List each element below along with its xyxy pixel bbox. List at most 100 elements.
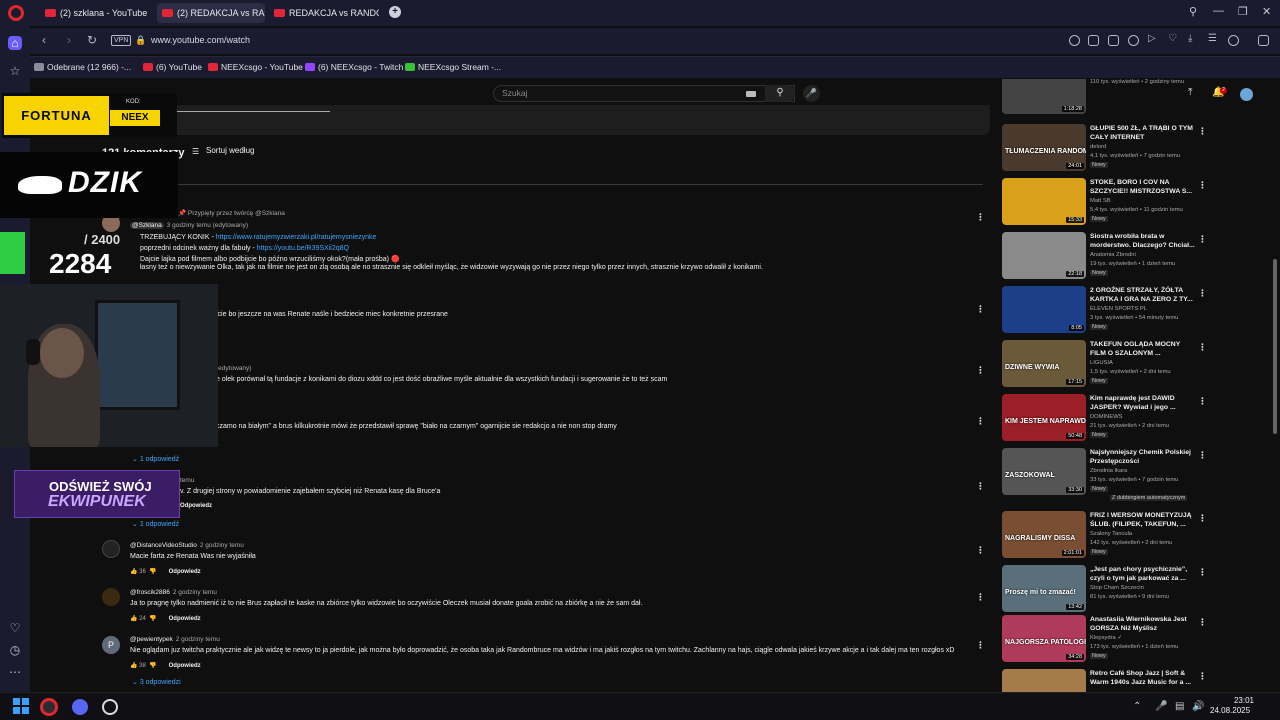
video-channel[interactable]: Szalony Tancula — [1090, 531, 1132, 537]
extensions-icon[interactable] — [1258, 35, 1269, 46]
bookmark-neex-twitch[interactable]: (6) NEEXcsgo - Twitch — [305, 62, 403, 72]
video-menu-icon[interactable]: ⋮ — [1198, 180, 1207, 191]
bookmark-youtube[interactable]: (6) YouTube — [143, 62, 202, 72]
mic-tray-icon[interactable]: 🎤 — [1155, 701, 1167, 712]
video-channel[interactable]: DOMINEWS — [1090, 414, 1123, 420]
url-field[interactable]: www.youtube.com/watch — [151, 35, 250, 45]
close-window-button[interactable]: ✕ — [1262, 5, 1271, 18]
more-icon[interactable]: ⋯ — [8, 665, 22, 679]
comment-author[interactable]: @pewientypek 2 godziny temu — [130, 636, 220, 643]
video-thumbnail[interactable]: DZIWNE WYWIA 17:15 — [1002, 340, 1086, 387]
comment-menu-icon[interactable]: ⋮ — [976, 640, 985, 651]
comment-author[interactable]: @froscik2886 2 godziny temu — [130, 589, 217, 596]
recommended-video[interactable]: NAJGORSZA PATOLOGICZNA INFLUENCERKA 34:28… — [1002, 615, 1252, 667]
comment-menu-icon[interactable]: ⋮ — [976, 212, 985, 223]
minimize-button[interactable]: — — [1213, 5, 1224, 17]
video-title[interactable]: Anastasiia Wiernikowska Jest GORSZA Niż … — [1090, 615, 1196, 633]
heart-icon[interactable]: ♡ — [1168, 33, 1179, 44]
video-menu-icon[interactable]: ⋮ — [1198, 513, 1207, 524]
reply-button[interactable]: Odpowiedz — [169, 616, 201, 622]
video-thumbnail[interactable]: 22:18 — [1002, 232, 1086, 279]
video-channel[interactable]: delord — [1090, 144, 1106, 150]
video-channel[interactable]: Matt SB — [1090, 198, 1111, 204]
sort-button[interactable]: Sortuj według — [206, 146, 254, 155]
recommended-video[interactable]: 22:18 Siostra wrobiła brata w morderstwo.… — [1002, 232, 1252, 284]
video-thumbnail[interactable]: ZASZOKOWAŁ 33:30 — [1002, 448, 1086, 495]
recommended-video[interactable]: 8:05 2 GROŹNE STRZAŁY, ŻÓŁTA KARTKA I GRA… — [1002, 286, 1252, 338]
video-menu-icon[interactable]: ⋮ — [1198, 617, 1207, 628]
forward-icon[interactable]: › — [67, 33, 71, 47]
video-title[interactable]: Siostra wrobiła brata w morderstwo. Dlac… — [1090, 232, 1196, 250]
maximize-button[interactable]: ❐ — [1238, 5, 1248, 18]
video-title[interactable]: TAKEFUN OGLĄDA MOCNY FILM O SZALONYM ... — [1090, 340, 1196, 358]
recommended-video[interactable]: Retro Café Shop Jazz | Soft & Warm 1940s… — [1002, 669, 1252, 692]
clock-time[interactable]: 23:01 — [1226, 696, 1254, 705]
download-icon[interactable]: ⤓ — [1188, 33, 1199, 44]
video-thumbnail[interactable]: 8:05 — [1002, 286, 1086, 333]
video-title[interactable]: GŁUPIE 500 ZŁ, A TRĄBI O TYM CAŁY INTERN… — [1090, 124, 1196, 142]
camera-icon[interactable] — [1108, 35, 1119, 46]
video-thumbnail[interactable]: 15:33 — [1002, 178, 1086, 225]
tab-szklana[interactable]: (2) szklana - YouTube — [40, 3, 152, 23]
video-channel[interactable]: Anatomia Zbrodni — [1090, 252, 1136, 258]
discord-taskbar-icon[interactable] — [72, 699, 88, 715]
video-thumbnail[interactable]: TŁUMACZENIA RANDOMBRUCE'A 24:01 — [1002, 124, 1086, 171]
comment-avatar[interactable] — [102, 588, 120, 606]
video-menu-icon[interactable]: ⋮ — [1198, 342, 1207, 353]
search-tabs-icon[interactable]: ⚲ — [1189, 5, 1197, 18]
star-icon[interactable]: ☆ — [8, 64, 22, 78]
video-title[interactable]: Retro Café Shop Jazz | Soft & Warm 1940s… — [1090, 669, 1196, 687]
reply-button[interactable]: Odpowiedz — [180, 503, 212, 509]
home-icon[interactable]: ⌂ — [8, 36, 22, 50]
opera-taskbar-icon[interactable] — [40, 698, 58, 716]
video-thumbnail[interactable] — [1002, 669, 1086, 692]
recommended-video[interactable]: DZIWNE WYWIA 17:15 TAKEFUN OGLĄDA MOCNY FI… — [1002, 340, 1252, 392]
bookmark-neex-youtube[interactable]: NEEXcsgo - YouTube — [208, 62, 303, 72]
video-channel[interactable]: LIGUSIA — [1090, 360, 1113, 366]
menu-icon[interactable]: ☰ — [1208, 33, 1219, 44]
mic-icon[interactable]: 🎤 — [803, 85, 820, 102]
tab-redakcja-active[interactable]: (2) REDAKCJA vs RANDOMBRUCE — [157, 3, 265, 23]
lens-icon[interactable] — [1069, 35, 1080, 46]
comment-menu-icon[interactable]: ⋮ — [976, 416, 985, 427]
video-thumbnail[interactable]: 1:18:28 — [1002, 79, 1086, 114]
back-icon[interactable]: ‹ — [42, 33, 46, 47]
video-menu-icon[interactable]: ⋮ — [1198, 396, 1207, 407]
lock-icon[interactable]: 🔒 — [135, 35, 146, 46]
comment-author[interactable]: @DistanceVideoStudio 2 godziny temu — [130, 542, 244, 549]
profile-icon[interactable] — [1228, 35, 1239, 46]
adblock-icon[interactable] — [1128, 35, 1139, 46]
vpn-badge[interactable]: VPN — [111, 35, 132, 46]
replies-toggle[interactable]: ⌄ 1 odpowiedź — [132, 520, 179, 528]
tray-expand-icon[interactable]: ⌃ — [1133, 701, 1141, 712]
video-thumbnail[interactable]: NAJGORSZA PATOLOGICZNA INFLUENCERKA 34:28 — [1002, 615, 1086, 662]
video-menu-icon[interactable]: ⋮ — [1198, 126, 1207, 137]
new-tab-button[interactable]: + — [389, 6, 401, 18]
tab-redakcja[interactable]: REDAKCJA vs RANDOMBRUCE — [269, 3, 379, 23]
video-title[interactable]: FRIZ I WERSOW MONETYZUJĄ ŚLUB. (FILIPEK,… — [1090, 511, 1196, 529]
network-icon[interactable]: ▤ — [1175, 701, 1184, 712]
comment-avatar[interactable]: P — [102, 636, 120, 654]
reload-icon[interactable]: ↻ — [87, 33, 97, 47]
search-button[interactable]: ⚲ — [765, 85, 795, 102]
video-thumbnail[interactable]: Proszę mi to zmazać! 13:42 — [1002, 565, 1086, 612]
recommended-video[interactable]: Proszę mi to zmazać! 13:42 „Jest pan chory… — [1002, 565, 1252, 617]
play-icon[interactable]: ▷ — [1148, 33, 1159, 44]
bookmark-neex-stream[interactable]: NEEXcsgo Stream -... — [405, 62, 501, 72]
clock-date[interactable]: 24.08.2025 — [1210, 706, 1250, 715]
description-box[interactable] — [100, 105, 990, 135]
replies-toggle[interactable]: ⌄ 1 odpowiedź — [132, 455, 179, 463]
video-title[interactable]: Kim naprawdę jest DAWID JASPER? Wywiad i… — [1090, 394, 1196, 412]
video-menu-icon[interactable]: ⋮ — [1198, 288, 1207, 299]
video-thumbnail[interactable]: KIM JESTEM NAPRAWDĘ? 50:48 — [1002, 394, 1086, 441]
video-menu-icon[interactable]: ⋮ — [1198, 671, 1207, 682]
video-channel[interactable]: Zbrodnia Ikara — [1090, 468, 1127, 474]
replies-toggle[interactable]: ⌄ 3 odpowiedzi — [132, 678, 181, 686]
comment-menu-icon[interactable]: ⋮ — [976, 481, 985, 492]
windows-start-icon[interactable] — [13, 698, 29, 714]
video-title[interactable]: „Jest pan chory psychicznie”, czyli o ty… — [1090, 565, 1196, 583]
video-channel[interactable]: Stop Cham Szczecin — [1090, 585, 1144, 591]
volume-icon[interactable]: 🔊 — [1192, 701, 1204, 712]
recommended-video[interactable]: KIM JESTEM NAPRAWDĘ? 50:48 Kim naprawdę je… — [1002, 394, 1252, 446]
video-menu-icon[interactable]: ⋮ — [1198, 567, 1207, 578]
